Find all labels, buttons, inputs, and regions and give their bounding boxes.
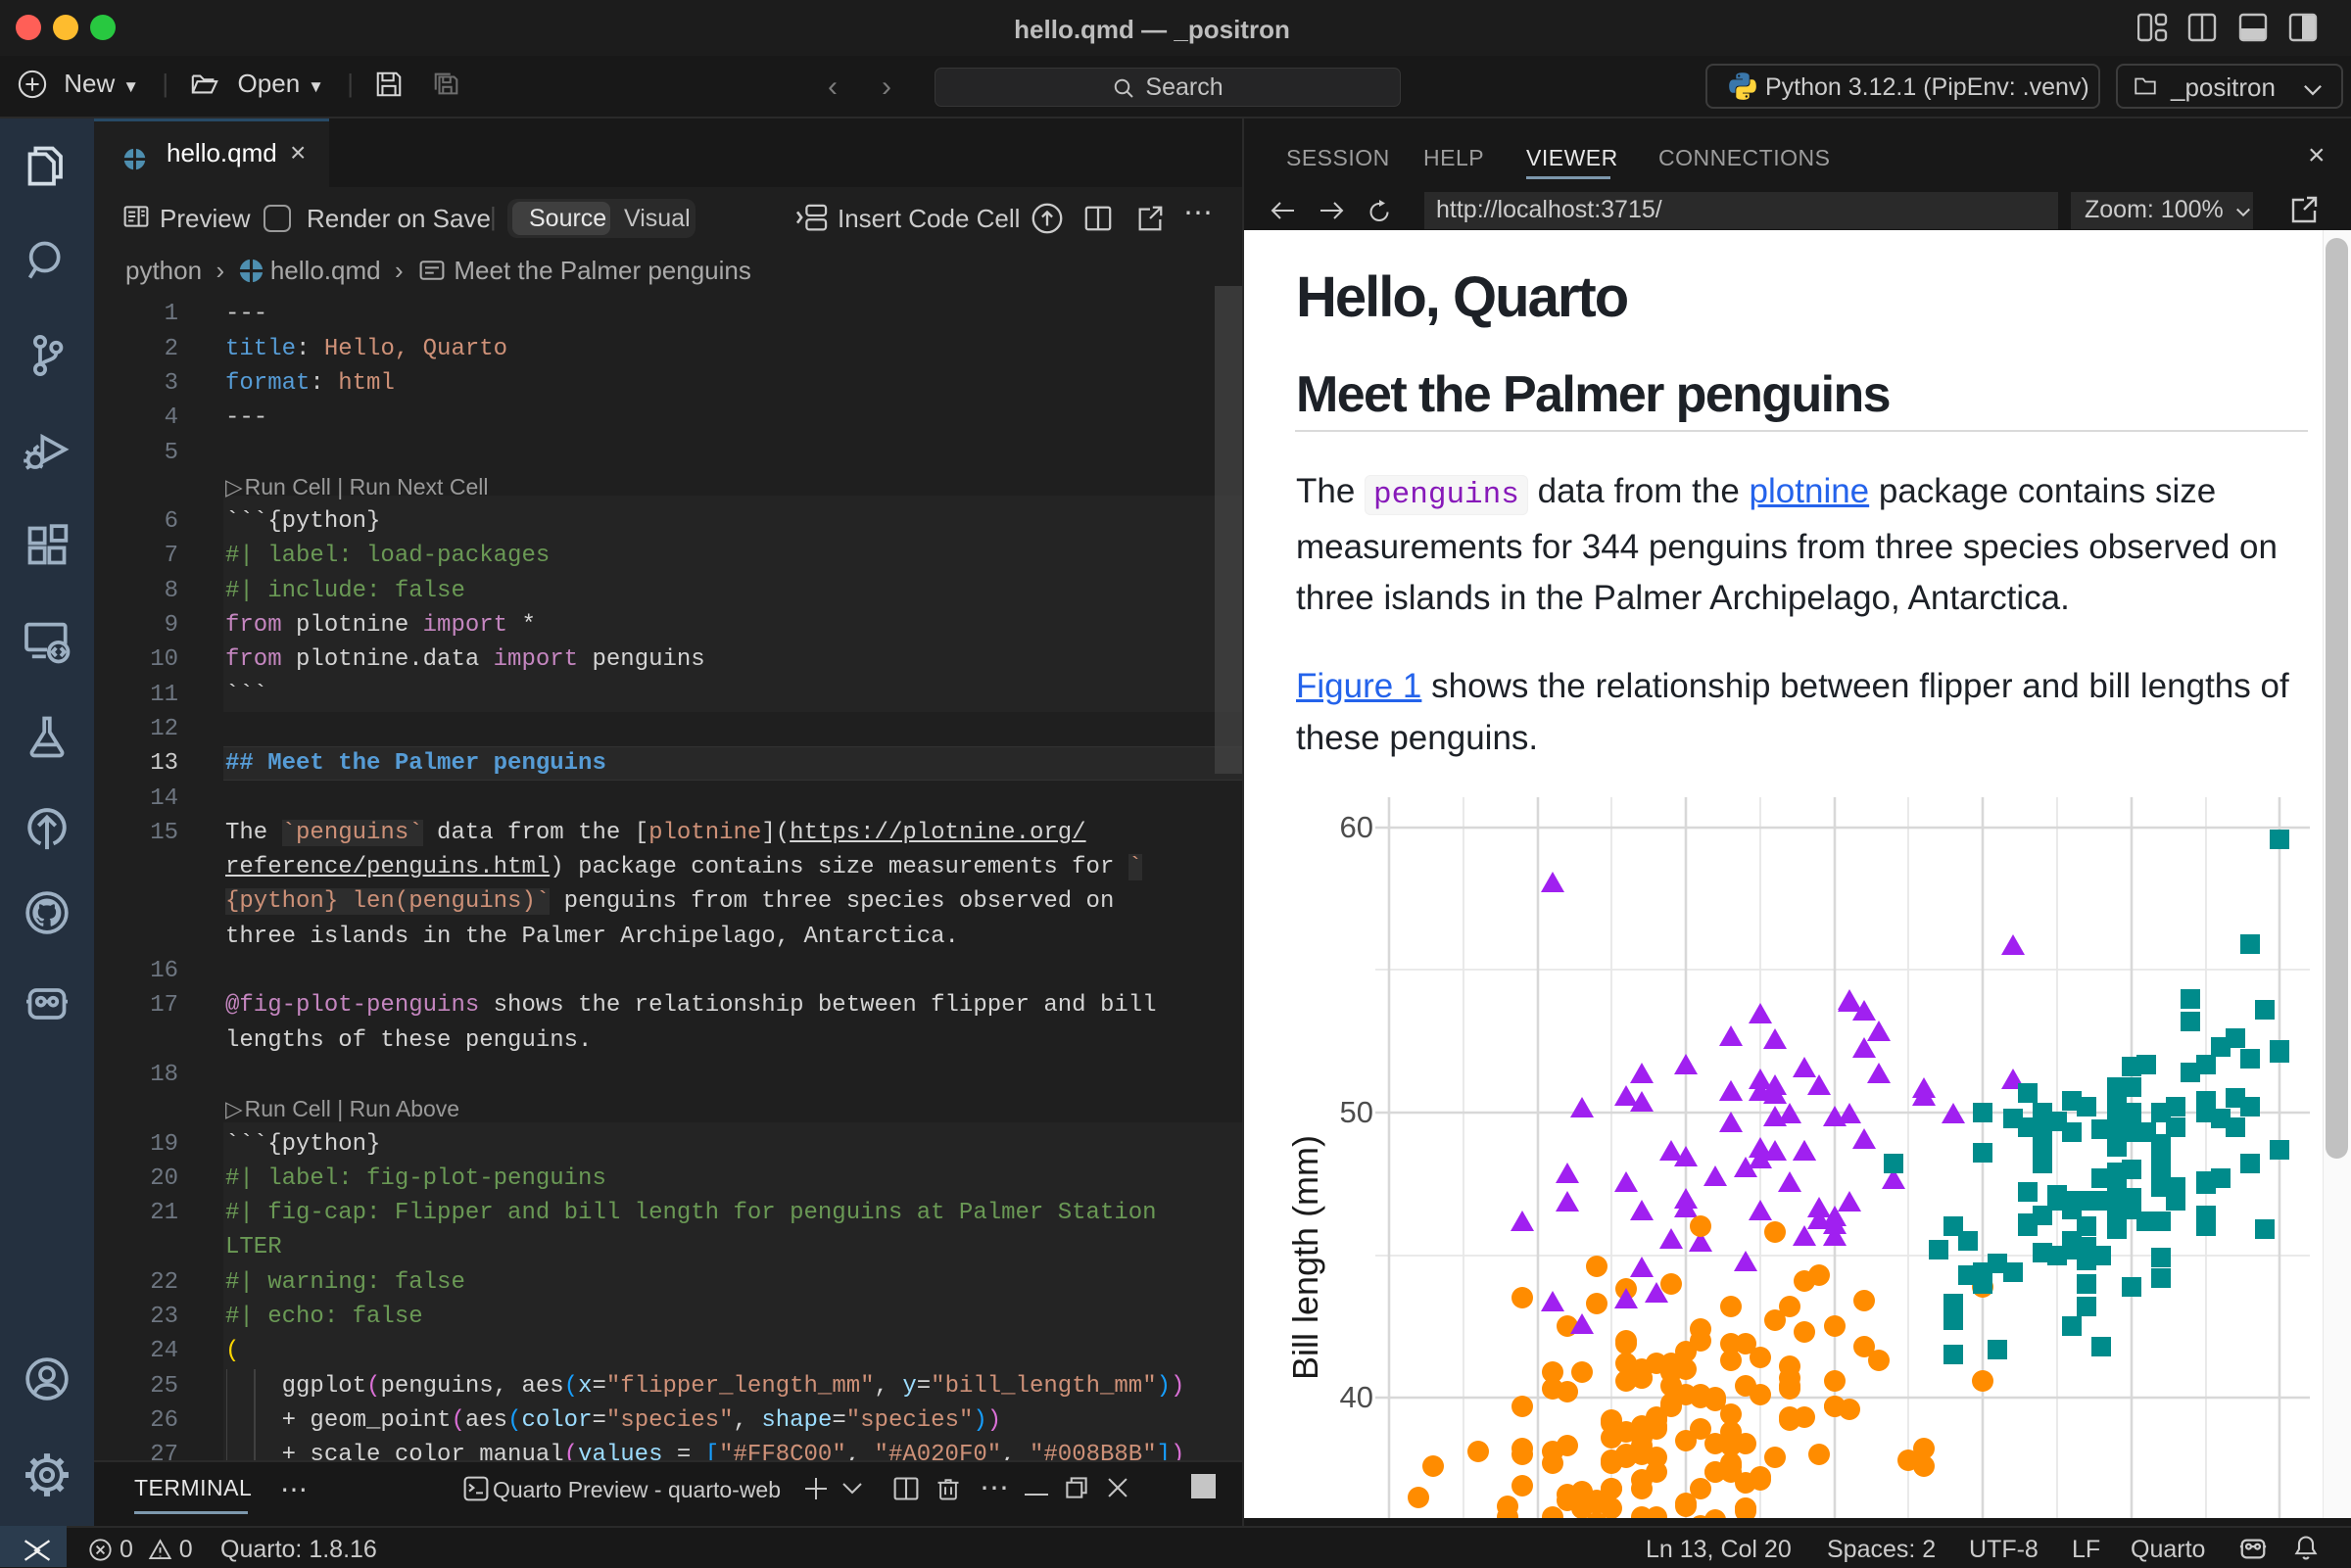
svg-text:50: 50 [1340,1095,1373,1129]
svg-text:40: 40 [1340,1380,1373,1414]
svg-text:Bill length (mm): Bill length (mm) [1285,1135,1325,1380]
svg-text:60: 60 [1340,810,1373,844]
